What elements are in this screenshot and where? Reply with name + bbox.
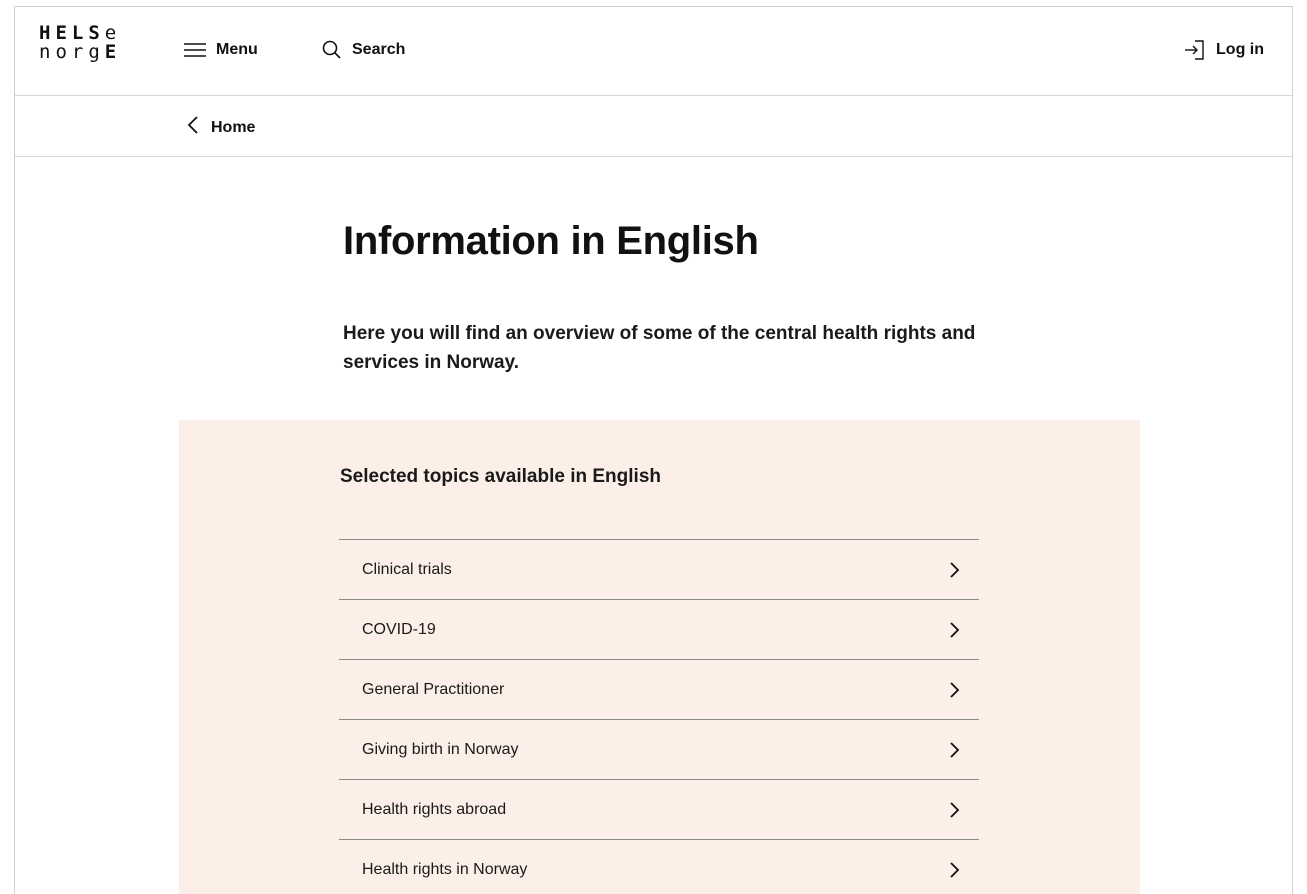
helsenorge-logo[interactable]: HELSe norgE (39, 24, 121, 62)
topic-label: Health rights abroad (362, 800, 507, 818)
topic-label: Giving birth in Norway (362, 740, 519, 758)
page-title: Information in English (343, 219, 759, 263)
topic-item-health-rights-norway[interactable]: Health rights in Norway (339, 840, 979, 894)
topics-list: Clinical trials COVID-19 General Practit… (339, 539, 979, 894)
topic-label: COVID-19 (362, 620, 436, 638)
hamburger-icon (183, 41, 207, 59)
topic-item-health-rights-abroad[interactable]: Health rights abroad (339, 780, 979, 840)
topic-item-giving-birth[interactable]: Giving birth in Norway (339, 720, 979, 780)
login-button[interactable]: Log in (1183, 37, 1264, 63)
topic-item-general-practitioner[interactable]: General Practitioner (339, 660, 979, 720)
chevron-right-icon (949, 681, 961, 699)
login-label: Log in (1216, 41, 1264, 58)
breadcrumb-label: Home (211, 118, 256, 136)
chevron-right-icon (949, 561, 961, 579)
chevron-right-icon (949, 741, 961, 759)
menu-label: Menu (216, 41, 258, 58)
chevron-right-icon (949, 861, 961, 879)
search-label: Search (352, 41, 406, 58)
chevron-left-icon (187, 115, 199, 140)
topic-label: Health rights in Norway (362, 860, 528, 878)
topic-item-clinical-trials[interactable]: Clinical trials (339, 540, 979, 600)
menu-button[interactable]: Menu (183, 37, 258, 63)
topics-panel: Selected topics available in English Cli… (179, 420, 1140, 894)
breadcrumb-home-link[interactable]: Home (187, 115, 255, 140)
search-button[interactable]: Search (321, 37, 405, 63)
breadcrumb-bar: Home (15, 96, 1292, 157)
topic-item-covid-19[interactable]: COVID-19 (339, 600, 979, 660)
topic-label: General Practitioner (362, 680, 505, 698)
page-lead: Here you will find an overview of some o… (343, 323, 976, 373)
page-frame: HELSe norgE Menu Search Log in Home Info… (14, 6, 1293, 894)
login-icon (1183, 38, 1207, 62)
chevron-right-icon (949, 801, 961, 819)
topic-label: Clinical trials (362, 560, 452, 578)
chevron-right-icon (949, 621, 961, 639)
search-icon (321, 39, 343, 61)
site-header: HELSe norgE Menu Search Log in (15, 7, 1292, 96)
topics-heading: Selected topics available in English (340, 466, 661, 487)
